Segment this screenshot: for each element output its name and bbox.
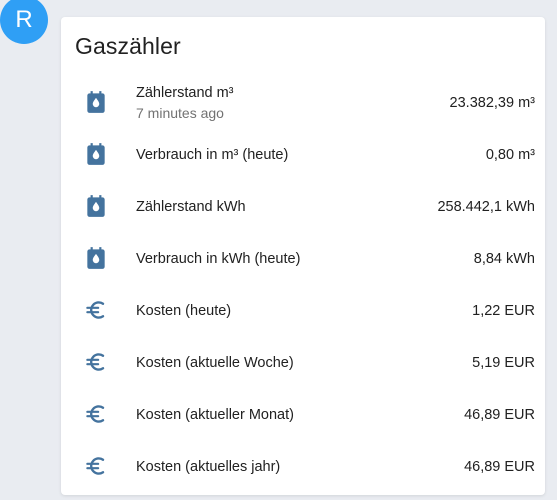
entity-value: 5,19 EUR (472, 355, 535, 371)
entity-label: Kosten (aktuelle Woche) (136, 355, 294, 371)
entity-row-verbrauch-kwh[interactable]: Verbrauch in kWh (heute) 8,84 kWh (61, 233, 545, 285)
euro-icon (83, 297, 109, 323)
entity-label: Kosten (aktueller Monat) (136, 407, 294, 423)
entity-row-zaehlerstand-m3[interactable]: Zählerstand m³ 7 minutes ago 23.382,39 m… (61, 77, 545, 129)
euro-icon (83, 349, 109, 375)
meter-icon (83, 141, 109, 167)
entity-label: Verbrauch in kWh (heute) (136, 251, 301, 267)
gas-meter-card: Gaszähler Zählerstand m³ 7 minutes ago 2… (61, 17, 545, 495)
meter-icon (83, 89, 109, 115)
euro-icon (83, 401, 109, 427)
entity-value: 8,84 kWh (473, 251, 535, 267)
entity-value: 1,22 EUR (472, 303, 535, 319)
entity-row-kosten-monat[interactable]: Kosten (aktueller Monat) 46,89 EUR (61, 389, 545, 441)
euro-icon (83, 453, 109, 479)
entity-row-zaehlerstand-kwh[interactable]: Zählerstand kWh 258.442,1 kWh (61, 181, 545, 233)
meter-icon (83, 193, 109, 219)
entity-row-kosten-heute[interactable]: Kosten (heute) 1,22 EUR (61, 285, 545, 337)
last-updated-text: 7 minutes ago (136, 105, 224, 121)
entity-label: Zählerstand m³ (136, 85, 234, 101)
entity-value: 46,89 EUR (464, 459, 535, 475)
meter-icon (83, 245, 109, 271)
user-avatar[interactable]: R (0, 0, 48, 44)
entity-value: 258.442,1 kWh (437, 199, 535, 215)
entity-value: 46,89 EUR (464, 407, 535, 423)
card-title: Gaszähler (75, 33, 181, 59)
entity-row-kosten-woche[interactable]: Kosten (aktuelle Woche) 5,19 EUR (61, 337, 545, 389)
entity-row-kosten-jahr[interactable]: Kosten (aktuelles jahr) 46,89 EUR (61, 441, 545, 493)
entity-value: 0,80 m³ (485, 147, 535, 163)
entity-label: Kosten (heute) (136, 303, 232, 319)
entity-label: Verbrauch in m³ (heute) (136, 147, 289, 163)
entity-row-verbrauch-m3[interactable]: Verbrauch in m³ (heute) 0,80 m³ (61, 129, 545, 181)
entity-label: Zählerstand kWh (136, 199, 246, 215)
entity-label: Kosten (aktuelles jahr) (136, 459, 281, 475)
entity-value: 23.382,39 m³ (449, 95, 535, 111)
